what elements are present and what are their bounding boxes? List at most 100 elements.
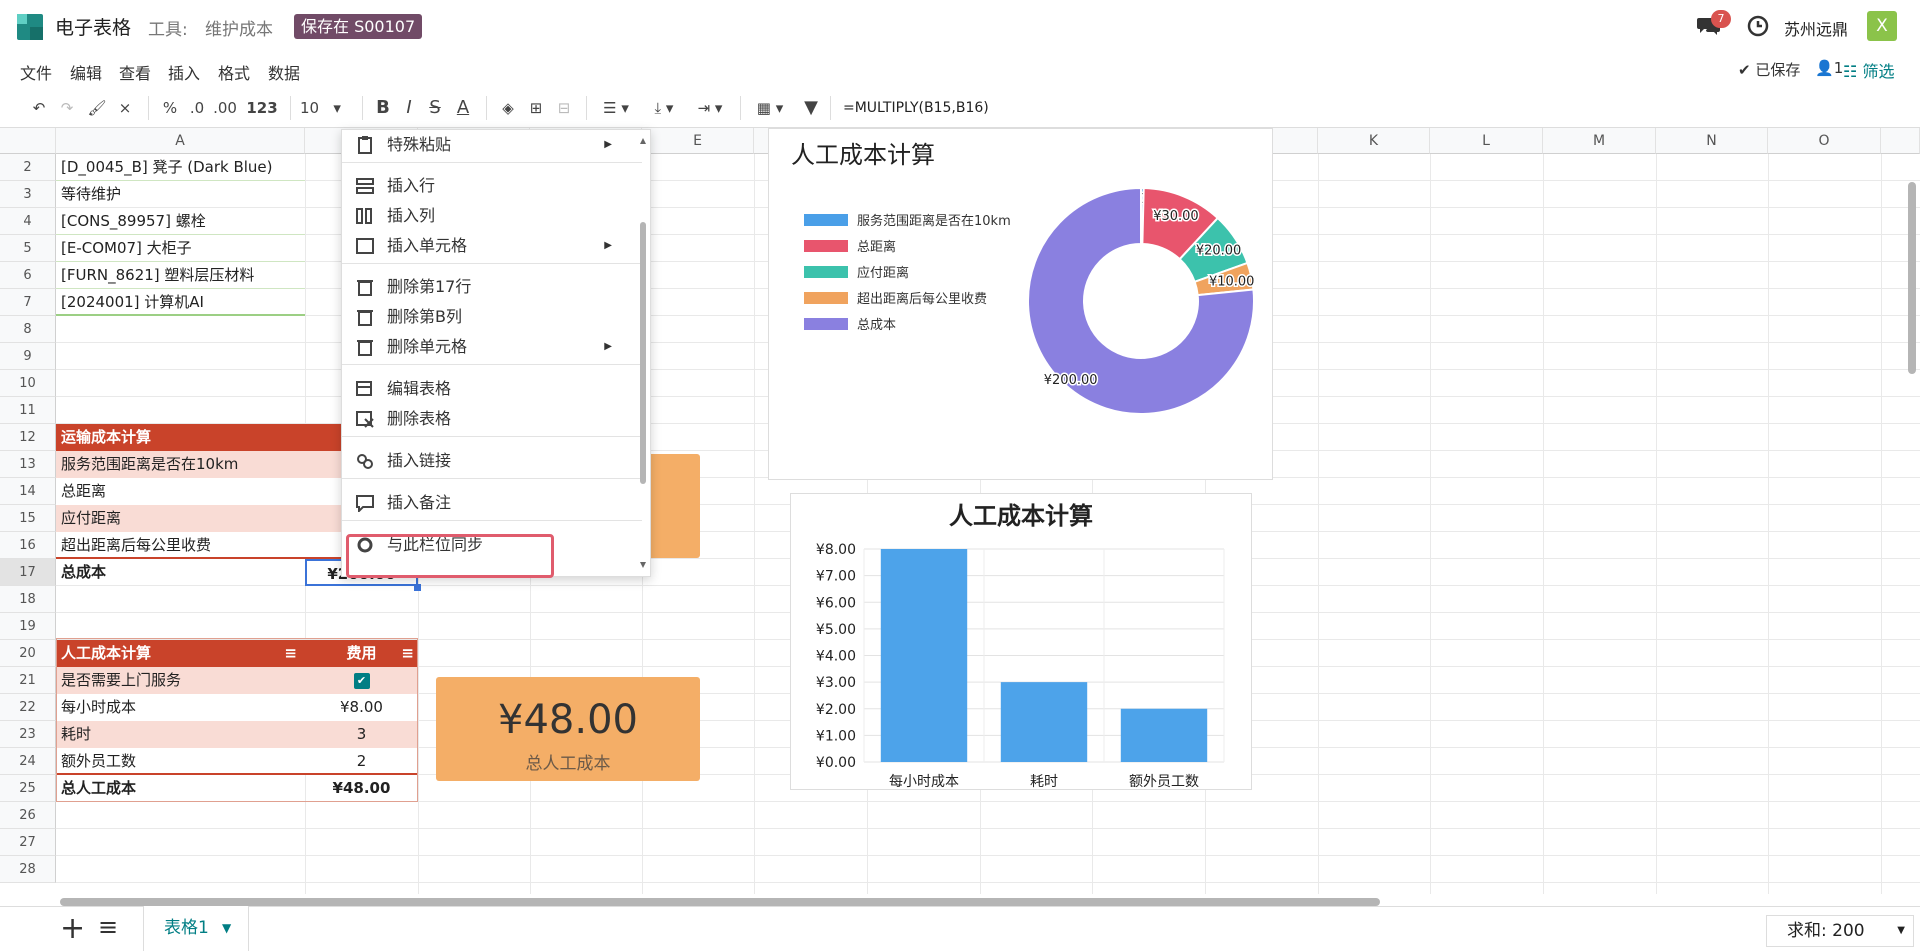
collaborators-indicator[interactable]: 👤1 — [1815, 59, 1843, 77]
labor-row-value[interactable]: 2 — [305, 748, 418, 775]
column-header-l[interactable]: L — [1430, 128, 1543, 154]
bar[interactable] — [1000, 682, 1088, 762]
column-header-e[interactable]: E — [642, 128, 754, 154]
item-cell[interactable]: [E-COM07] 大柜子 — [56, 235, 305, 262]
company-switcher[interactable]: 苏州远鼎 — [1784, 16, 1848, 40]
menu-data[interactable]: 数据 — [268, 60, 300, 84]
user-avatar[interactable]: X — [1867, 11, 1897, 41]
item-cell[interactable]: [2024001] 计算机AI — [56, 289, 305, 316]
row-header[interactable]: 19 — [0, 613, 56, 640]
labor-row-label[interactable]: 额外员工数 — [56, 748, 305, 775]
redo-icon[interactable]: ↷ — [56, 88, 78, 128]
formula-bar-input[interactable]: =MULTIPLY(B15,B16) — [843, 88, 989, 128]
menu-file[interactable]: 文件 — [20, 60, 52, 84]
row-header[interactable]: 7 — [0, 289, 56, 316]
row-header[interactable]: 27 — [0, 829, 56, 856]
menu-paste-special[interactable]: 特殊粘贴 ▶ — [342, 130, 642, 160]
menu-insert[interactable]: 插入 — [168, 60, 200, 84]
strikethrough-button[interactable]: S — [424, 88, 446, 128]
clear-format-icon[interactable]: ⨯ — [114, 88, 136, 128]
menu-insert-row[interactable]: 插入行 — [342, 171, 642, 201]
menu-delete-table[interactable]: 删除表格 — [342, 404, 642, 434]
row-header[interactable]: 26 — [0, 802, 56, 829]
item-cell[interactable]: [CONS_89957] 螺栓 — [56, 208, 305, 235]
menu-insert-cells[interactable]: 插入单元格 ▶ — [342, 231, 642, 261]
row-header[interactable]: 18 — [0, 586, 56, 613]
font-size-dropdown[interactable]: 10 ▾ — [300, 88, 352, 128]
vertical-scrollbar[interactable] — [1908, 182, 1916, 374]
bold-button[interactable]: B — [372, 88, 394, 128]
column-header-o[interactable]: O — [1768, 128, 1881, 154]
menu-edit[interactable]: 编辑 — [70, 60, 102, 84]
column-filter-icon[interactable]: ≡ — [401, 640, 414, 667]
labor-kpi-card[interactable]: ¥48.00 总人工成本 — [436, 677, 700, 781]
labor-row-checkbox-cell[interactable]: ✔ — [305, 667, 418, 694]
menu-insert-link[interactable]: 插入链接 — [342, 446, 642, 476]
row-header[interactable]: 20 — [0, 640, 56, 667]
selection-sum[interactable]: 求和: 200 ▼ — [1766, 915, 1914, 947]
row-header-selected[interactable]: 17 — [0, 559, 56, 586]
menu-insert-column[interactable]: 插入列 — [342, 201, 642, 231]
row-header[interactable]: 14 — [0, 478, 56, 505]
column-header-a[interactable]: A — [56, 128, 305, 154]
row-header[interactable]: 16 — [0, 532, 56, 559]
row-header[interactable]: 12 — [0, 424, 56, 451]
row-header[interactable]: 4 — [0, 208, 56, 235]
labor-total-value[interactable]: ¥48.00 — [305, 775, 418, 802]
menu-insert-note[interactable]: 插入备注 — [342, 488, 642, 518]
spreadsheet-grid[interactable]: A B C D E F G H I J K L M N O 2 3 4 5 6 … — [0, 128, 1920, 894]
menu-view[interactable]: 查看 — [119, 60, 151, 84]
sheet-tab[interactable]: 表格1 ▼ — [143, 906, 249, 951]
transport-total-label[interactable]: 总成本 — [56, 559, 305, 586]
labor-row-label[interactable]: 每小时成本 — [56, 694, 305, 721]
checkbox-checked[interactable]: ✔ — [353, 672, 370, 689]
paint-format-icon[interactable]: 🖌 — [86, 88, 108, 128]
saved-in-badge[interactable]: 保存在 S00107 — [294, 14, 423, 39]
column-header-m[interactable]: M — [1543, 128, 1656, 154]
row-header[interactable]: 13 — [0, 451, 56, 478]
labor-table-header-fee[interactable]: 费用 ≡ — [305, 640, 418, 667]
horizontal-scrollbar[interactable] — [60, 898, 1380, 906]
menu-edit-table[interactable]: 编辑表格 — [342, 374, 642, 404]
filter-funnel-icon[interactable]: ▼ — [798, 88, 824, 128]
document-name[interactable]: 维护成本 — [205, 15, 273, 40]
column-filter-icon[interactable]: ≡ — [284, 640, 297, 667]
donut-chart-container[interactable]: 人工成本计算 服务范围距离是否在10km 总距离 应付距离 超出距离后每公里收费 总成本 ¥… — [768, 128, 1273, 480]
column-header-n[interactable]: N — [1656, 128, 1768, 154]
horizontal-align-icon[interactable]: ☰ ▾ — [596, 88, 636, 128]
menu-scrollbar[interactable] — [640, 138, 646, 568]
percent-format-button[interactable]: % — [160, 88, 180, 128]
menu-delete-column[interactable]: 删除第B列 — [342, 302, 642, 332]
fill-handle[interactable] — [414, 584, 421, 591]
bar[interactable] — [1120, 708, 1208, 762]
decrease-decimal-button[interactable]: .0 — [186, 88, 208, 128]
row-header[interactable]: 22 — [0, 694, 56, 721]
table-format-icon[interactable]: ▦ ▾ — [750, 88, 790, 128]
row-header[interactable]: 25 — [0, 775, 56, 802]
sheet-list-icon[interactable]: ≡ — [98, 913, 118, 941]
labor-row-value[interactable]: ¥8.00 — [305, 694, 418, 721]
menu-delete-cells[interactable]: 删除单元格 ▶ — [342, 332, 642, 362]
row-header[interactable]: 2 — [0, 154, 56, 181]
select-all-corner[interactable] — [0, 128, 56, 154]
row-header[interactable]: 5 — [0, 235, 56, 262]
labor-table-header[interactable]: 人工成本计算 ≡ — [56, 640, 305, 667]
row-header[interactable]: 10 — [0, 370, 56, 397]
labor-row-label[interactable]: 是否需要上门服务 — [56, 667, 305, 694]
merge-cells-icon[interactable]: ⊟ — [552, 88, 576, 128]
row-header[interactable]: 9 — [0, 343, 56, 370]
labor-row-value[interactable]: 3 — [305, 721, 418, 748]
number-format-dropdown[interactable]: 123 ▾ — [242, 88, 282, 157]
borders-icon[interactable]: ⊞ — [524, 88, 548, 128]
bar-chart-container[interactable]: 人工成本计算 ¥0.00 ¥1.00 ¥2.00 ¥3.00 ¥4.00 ¥5.00 ¥6.0… — [790, 493, 1252, 790]
fill-color-icon[interactable]: ◈ — [496, 88, 520, 128]
row-header[interactable]: 3 — [0, 181, 56, 208]
item-cell[interactable]: [FURN_8621] 塑料层压材料 — [56, 262, 305, 289]
row-header[interactable]: 23 — [0, 721, 56, 748]
menu-format[interactable]: 格式 — [218, 60, 250, 84]
bar[interactable] — [880, 549, 968, 762]
italic-button[interactable]: I — [398, 88, 420, 128]
increase-decimal-button[interactable]: .00 — [212, 88, 238, 128]
labor-total-label[interactable]: 总人工成本 — [56, 775, 305, 802]
clock-icon[interactable] — [1747, 15, 1769, 37]
